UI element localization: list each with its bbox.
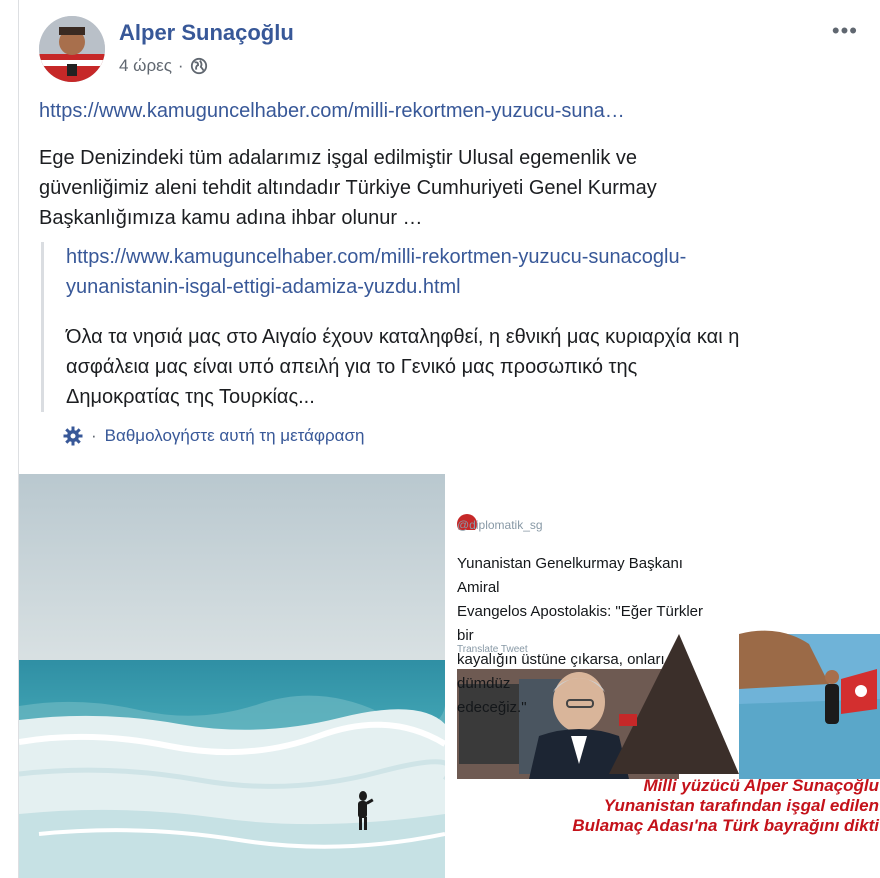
tweet-text-line: Evangelos Apostolakis: "Eğer Türkler bir bbox=[457, 603, 704, 644]
more-options-icon[interactable]: ••• bbox=[832, 18, 858, 44]
meta-separator: · bbox=[177, 56, 184, 75]
post-text-line: Ege Denizindeki tüm adalarımız işgal edi… bbox=[39, 147, 638, 169]
tweet-text-line: edeceğiz." bbox=[457, 699, 527, 716]
sea-photo[interactable] bbox=[19, 474, 445, 878]
post-time[interactable]: 4 ώρες bbox=[119, 56, 172, 76]
quoted-link[interactable]: https://www.kamuguncelhaber.com/milli-re… bbox=[66, 242, 861, 302]
post-text-line: güvenliğimiz aleni tehdit altındadır Tür… bbox=[39, 177, 657, 199]
translated-text-line: Δημοκρατίας της Τουρκίας... bbox=[66, 386, 315, 408]
author-name[interactable]: Alper Sunaçoğlu bbox=[119, 20, 294, 46]
tweet-text: Yunanistan Genelkurmay Başkanı Amiral Ev… bbox=[457, 552, 717, 720]
news-caption-line: Bulamaç Adası'na Türk bayrağını dikti bbox=[572, 816, 879, 835]
shared-link[interactable]: https://www.kamuguncelhaber.com/milli-re… bbox=[39, 100, 625, 123]
news-image[interactable]: @diplomatik_sg Yunanistan Genelkurmay Ba… bbox=[449, 474, 880, 878]
translate-tweet-link: Translate Tweet bbox=[457, 644, 528, 655]
quoted-link-line[interactable]: https://www.kamuguncelhaber.com/milli-re… bbox=[66, 242, 861, 272]
tweet-text-line: Yunanistan Genelkurmay Başkanı Amiral bbox=[457, 555, 683, 596]
translated-text-line: ασφάλεια μας είναι υπό απειλή για το Γεν… bbox=[66, 356, 638, 378]
translated-text: Όλα τα νησιά μας στο Αιγαίο έχουν καταλη… bbox=[66, 322, 861, 412]
rate-translation: · Βαθμολογήστε αυτή τη μετάφραση bbox=[63, 426, 364, 446]
translation-block: https://www.kamuguncelhaber.com/milli-re… bbox=[41, 242, 861, 412]
rate-translation-link[interactable]: Βαθμολογήστε αυτή τη μετάφραση bbox=[105, 426, 365, 446]
quoted-link-line[interactable]: yunanistanin-isgal-ettigi-adamiza-yuzdu.… bbox=[66, 272, 861, 302]
rate-separator: · bbox=[91, 426, 97, 445]
facebook-post: Alper Sunaçoğlu 4 ώρες · ••• https://www… bbox=[18, 0, 880, 878]
globe-icon[interactable] bbox=[190, 57, 208, 75]
post-text-line: Başkanlığımıza kamu adına ihbar olunur … bbox=[39, 207, 423, 229]
avatar[interactable] bbox=[39, 16, 105, 82]
news-caption-line: Milli yüzücü Alper Sunaçoğlu bbox=[643, 776, 879, 795]
post-meta: 4 ώρες · bbox=[119, 56, 208, 76]
news-caption-line: Yunanistan tarafından işgal edilen bbox=[603, 796, 879, 815]
news-caption: Milli yüzücü Alper Sunaçoğlu Yunanistan … bbox=[561, 776, 879, 836]
tweet-handle: @diplomatik_sg bbox=[457, 518, 543, 532]
post-text: Ege Denizindeki tüm adalarımız işgal edi… bbox=[39, 143, 859, 233]
gear-icon[interactable] bbox=[63, 426, 83, 446]
tweet-text-line: kayalığın üstüne çıkarsa, onları dümdüz bbox=[457, 651, 665, 692]
translated-text-line: Όλα τα νησιά μας στο Αιγαίο έχουν καταλη… bbox=[66, 326, 740, 348]
